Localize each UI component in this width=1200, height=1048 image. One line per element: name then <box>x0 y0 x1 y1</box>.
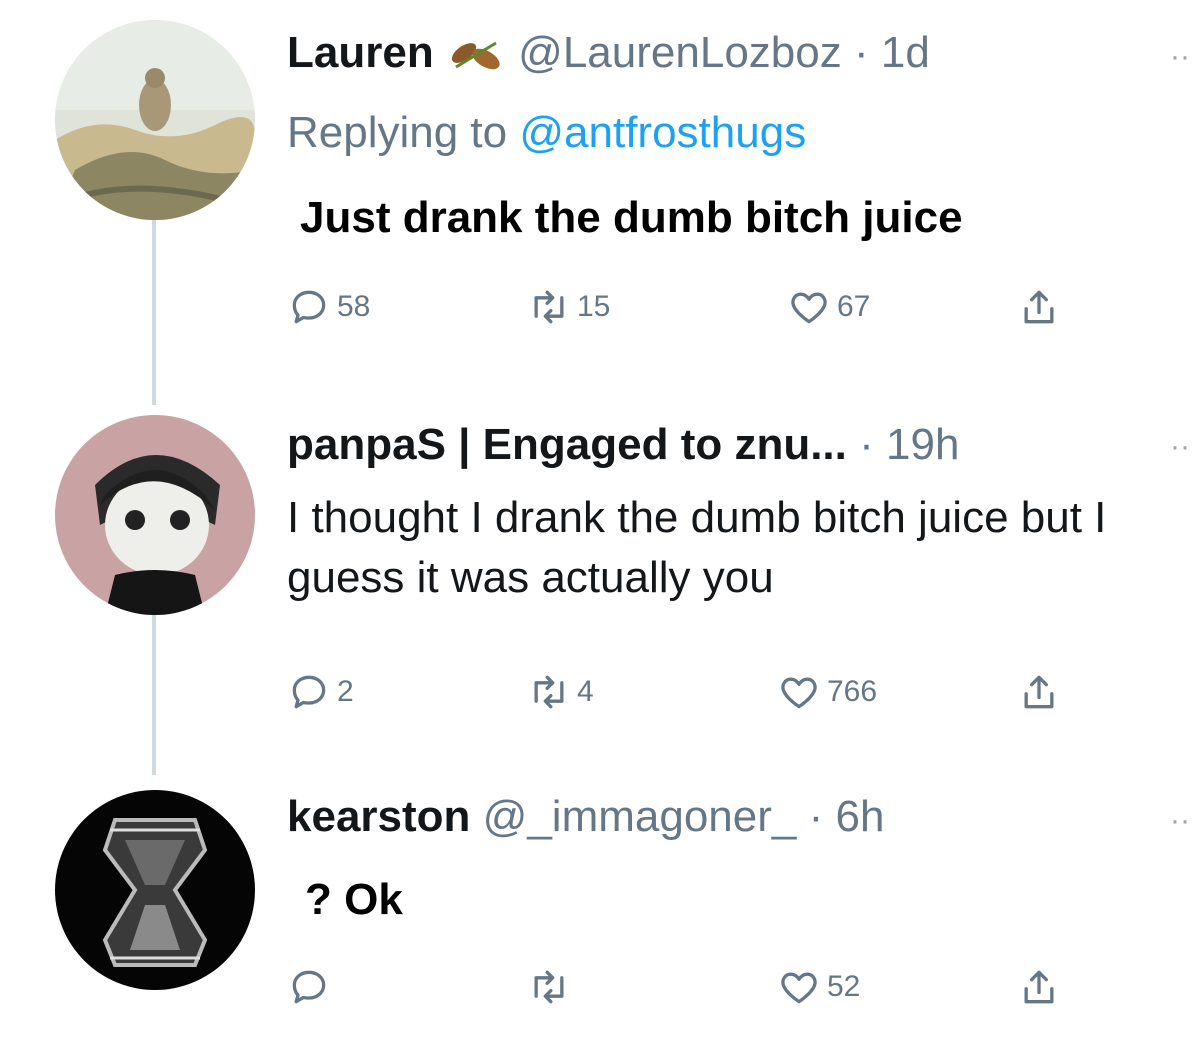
like-count: 52 <box>827 970 861 1003</box>
display-name[interactable]: panpaS | Engaged to znu... <box>287 420 847 469</box>
tweet-actions: 2 4 766 <box>287 670 1087 720</box>
replying-handle[interactable]: @antfrosthugs <box>519 108 806 157</box>
display-name[interactable]: kearston <box>287 792 470 841</box>
display-name[interactable]: Lauren <box>287 28 434 77</box>
reply-icon <box>292 675 326 709</box>
share-icon <box>1024 290 1054 324</box>
timestamp[interactable]: 6h <box>835 792 884 841</box>
retweet-button[interactable] <box>527 965 577 1009</box>
share-icon <box>1024 970 1054 1004</box>
share-button[interactable] <box>1017 670 1061 714</box>
tweet[interactable]: panpaS | Engaged to znu... · 19h ·· I th… <box>0 400 1200 770</box>
like-icon <box>781 972 817 1004</box>
like-icon <box>781 677 817 709</box>
leaf-emoji-icon <box>446 33 506 77</box>
separator: · <box>853 28 869 77</box>
share-icon <box>1024 675 1054 709</box>
retweet-icon <box>534 970 564 1004</box>
avatar[interactable] <box>55 20 255 220</box>
like-button[interactable]: 52 <box>777 965 860 1009</box>
retweet-icon <box>534 675 564 709</box>
tweet-header: panpaS | Engaged to znu... · 19h <box>287 420 959 470</box>
reply-count: 2 <box>337 675 354 708</box>
replying-label: Replying to <box>287 108 508 157</box>
reply-icon <box>292 290 326 324</box>
reply-button[interactable] <box>287 965 337 1009</box>
tweet-header: kearston @_immagoner_ · 6h <box>287 792 884 842</box>
reply-icon <box>292 970 326 1004</box>
timestamp[interactable]: 1d <box>881 28 930 77</box>
user-handle[interactable]: @_immagoner_ <box>483 792 797 841</box>
reply-button[interactable]: 2 <box>287 670 354 714</box>
reply-count: 58 <box>337 290 371 323</box>
retweet-count: 4 <box>577 675 594 708</box>
more-icon[interactable]: ·· <box>1170 40 1190 74</box>
user-handle[interactable]: @LaurenLozboz <box>518 28 842 77</box>
retweet-icon <box>534 290 564 324</box>
separator: · <box>808 792 824 841</box>
like-icon <box>791 292 827 324</box>
tweet-actions: 52 <box>287 965 1087 1015</box>
share-button[interactable] <box>1017 285 1061 329</box>
like-count: 766 <box>827 675 878 708</box>
reply-button[interactable]: 58 <box>287 285 370 329</box>
retweet-count: 15 <box>577 290 611 323</box>
like-button[interactable]: 766 <box>777 670 877 714</box>
like-count: 67 <box>837 290 871 323</box>
more-icon[interactable]: ·· <box>1170 804 1190 838</box>
tweet-actions: 58 15 67 <box>287 285 1087 335</box>
tweet-text: Just drank the dumb bitch juice <box>300 193 963 242</box>
tweet-text: I thought I drank the dumb bitch juice b… <box>287 493 1107 602</box>
replying-to: Replying to @antfrosthugs <box>287 108 806 158</box>
separator: · <box>859 420 874 469</box>
retweet-button[interactable]: 4 <box>527 670 594 714</box>
avatar[interactable] <box>55 790 255 990</box>
tweet[interactable]: Lauren @LaurenLozboz · 1d ·· Replying to… <box>0 0 1200 400</box>
tweet-text: ? Ok <box>305 875 403 924</box>
tweet-header: Lauren @LaurenLozboz · 1d <box>287 28 930 78</box>
retweet-button[interactable]: 15 <box>527 285 610 329</box>
like-button[interactable]: 67 <box>787 285 870 329</box>
share-button[interactable] <box>1017 965 1061 1009</box>
avatar[interactable] <box>55 415 255 615</box>
tweet[interactable]: kearston @_immagoner_ · 6h ·· ? Ok 52 <box>0 770 1200 1048</box>
timestamp[interactable]: 19h <box>886 420 959 469</box>
more-icon[interactable]: ·· <box>1170 430 1190 464</box>
